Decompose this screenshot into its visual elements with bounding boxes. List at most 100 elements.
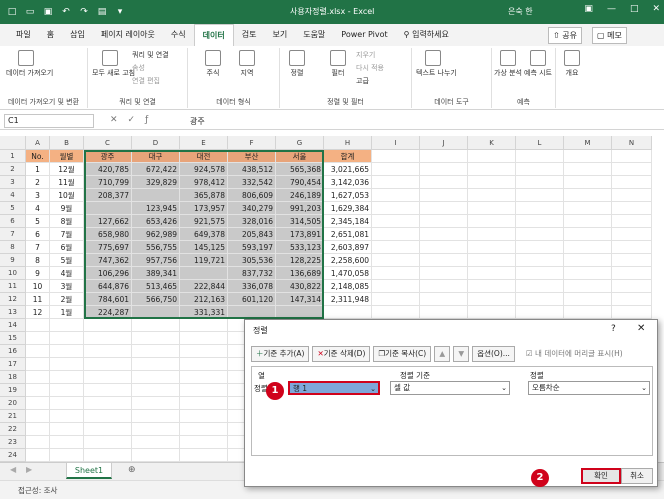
cell[interactable]: 128,225 — [276, 254, 324, 267]
cell[interactable]: 대구 — [132, 150, 180, 163]
cell[interactable] — [84, 397, 132, 410]
cell[interactable]: 978,412 — [180, 176, 228, 189]
cell[interactable]: 2,603,897 — [324, 241, 372, 254]
user-name[interactable]: 은숙 한 — [508, 6, 533, 17]
tab-view[interactable]: 보기 — [264, 24, 295, 46]
cell[interactable] — [564, 241, 612, 254]
cell[interactable]: 212,163 — [180, 293, 228, 306]
cell[interactable] — [180, 319, 228, 332]
cell[interactable] — [228, 306, 276, 319]
cell[interactable] — [420, 228, 468, 241]
filter-button[interactable]: 필터 — [326, 50, 350, 78]
cell[interactable] — [372, 306, 420, 319]
scroll-right-icon[interactable]: ▶ — [26, 465, 32, 474]
cell[interactable] — [132, 384, 180, 397]
cell[interactable] — [50, 345, 84, 358]
cell[interactable] — [372, 241, 420, 254]
row-header[interactable]: 22 — [0, 423, 26, 436]
cell[interactable] — [50, 358, 84, 371]
cell[interactable] — [564, 176, 612, 189]
cell[interactable]: 775,697 — [84, 241, 132, 254]
cell[interactable] — [516, 176, 564, 189]
cell[interactable] — [180, 332, 228, 345]
cell[interactable] — [468, 306, 516, 319]
cell[interactable] — [50, 410, 84, 423]
cell[interactable]: 2,258,600 — [324, 254, 372, 267]
cell[interactable] — [372, 293, 420, 306]
cell[interactable] — [564, 163, 612, 176]
cell[interactable] — [50, 436, 84, 449]
column-header-d[interactable]: D — [132, 136, 180, 150]
cell[interactable]: 173,891 — [276, 228, 324, 241]
cell[interactable] — [468, 150, 516, 163]
cell[interactable]: 12월 — [50, 163, 84, 176]
cell[interactable]: 806,609 — [228, 189, 276, 202]
row-header[interactable]: 19 — [0, 384, 26, 397]
cell[interactable] — [516, 293, 564, 306]
cell[interactable] — [612, 202, 652, 215]
sort-button[interactable]: 정렬 — [284, 50, 310, 78]
copy-level-button[interactable]: ❐기준 복사(C) — [373, 346, 432, 362]
cell[interactable] — [516, 228, 564, 241]
cell[interactable] — [84, 319, 132, 332]
cell[interactable] — [420, 306, 468, 319]
cell[interactable] — [420, 293, 468, 306]
cell[interactable]: 1 — [26, 163, 50, 176]
cell[interactable] — [132, 449, 180, 462]
cell[interactable] — [516, 215, 564, 228]
cell[interactable]: 328,016 — [228, 215, 276, 228]
cell[interactable] — [132, 397, 180, 410]
row-header[interactable]: 24 — [0, 449, 26, 462]
cell[interactable]: 9월 — [50, 202, 84, 215]
cell[interactable]: 438,512 — [228, 163, 276, 176]
cell[interactable] — [26, 410, 50, 423]
cell[interactable] — [132, 189, 180, 202]
row-header[interactable]: 10 — [0, 267, 26, 280]
cell[interactable]: 921,575 — [180, 215, 228, 228]
cell[interactable]: 658,980 — [84, 228, 132, 241]
cell[interactable] — [612, 189, 652, 202]
cell[interactable]: 1월 — [50, 306, 84, 319]
cell[interactable]: 329,829 — [132, 176, 180, 189]
row-header[interactable]: 16 — [0, 345, 26, 358]
cell[interactable]: 593,197 — [228, 241, 276, 254]
cancel-icon[interactable]: ✕ — [110, 115, 128, 125]
cell[interactable] — [50, 449, 84, 462]
cell[interactable] — [132, 319, 180, 332]
cell[interactable] — [468, 280, 516, 293]
geography-button[interactable]: 지역 — [232, 50, 262, 78]
sort-on-select[interactable]: 셀 값 ⌄ — [390, 381, 510, 395]
row-header[interactable]: 23 — [0, 436, 26, 449]
cell[interactable] — [468, 215, 516, 228]
cell[interactable] — [612, 254, 652, 267]
print-preview-icon[interactable]: ▤ — [96, 6, 108, 18]
cell[interactable]: 3,142,036 — [324, 176, 372, 189]
cell[interactable] — [50, 371, 84, 384]
cell[interactable] — [420, 176, 468, 189]
cell[interactable] — [516, 306, 564, 319]
cell[interactable] — [468, 254, 516, 267]
cell[interactable] — [26, 423, 50, 436]
row-header[interactable]: 1 — [0, 150, 26, 163]
cell[interactable] — [84, 423, 132, 436]
cell[interactable]: 4월 — [50, 267, 84, 280]
name-box[interactable]: C1 — [4, 114, 94, 128]
cell[interactable] — [84, 332, 132, 345]
outline-button[interactable]: 개요 — [560, 50, 584, 78]
cell[interactable]: 광주 — [84, 150, 132, 163]
cell[interactable]: 246,189 — [276, 189, 324, 202]
cell[interactable]: 3,021,665 — [324, 163, 372, 176]
move-up-icon[interactable]: ▲ — [434, 346, 451, 362]
cell[interactable]: 11 — [26, 293, 50, 306]
cell[interactable] — [84, 449, 132, 462]
maximize-icon[interactable]: □ — [630, 4, 639, 14]
cell[interactable]: 9 — [26, 267, 50, 280]
row-header[interactable]: 11 — [0, 280, 26, 293]
cell[interactable]: 331,331 — [180, 306, 228, 319]
forecast-sheet-button[interactable]: 예측 시트 — [524, 50, 552, 78]
cell[interactable]: 533,123 — [276, 241, 324, 254]
cell[interactable]: 4 — [26, 202, 50, 215]
column-header-f[interactable]: F — [228, 136, 276, 150]
tab-formulas[interactable]: 수식 — [163, 24, 194, 46]
advanced-button[interactable]: 고급 — [356, 76, 369, 86]
